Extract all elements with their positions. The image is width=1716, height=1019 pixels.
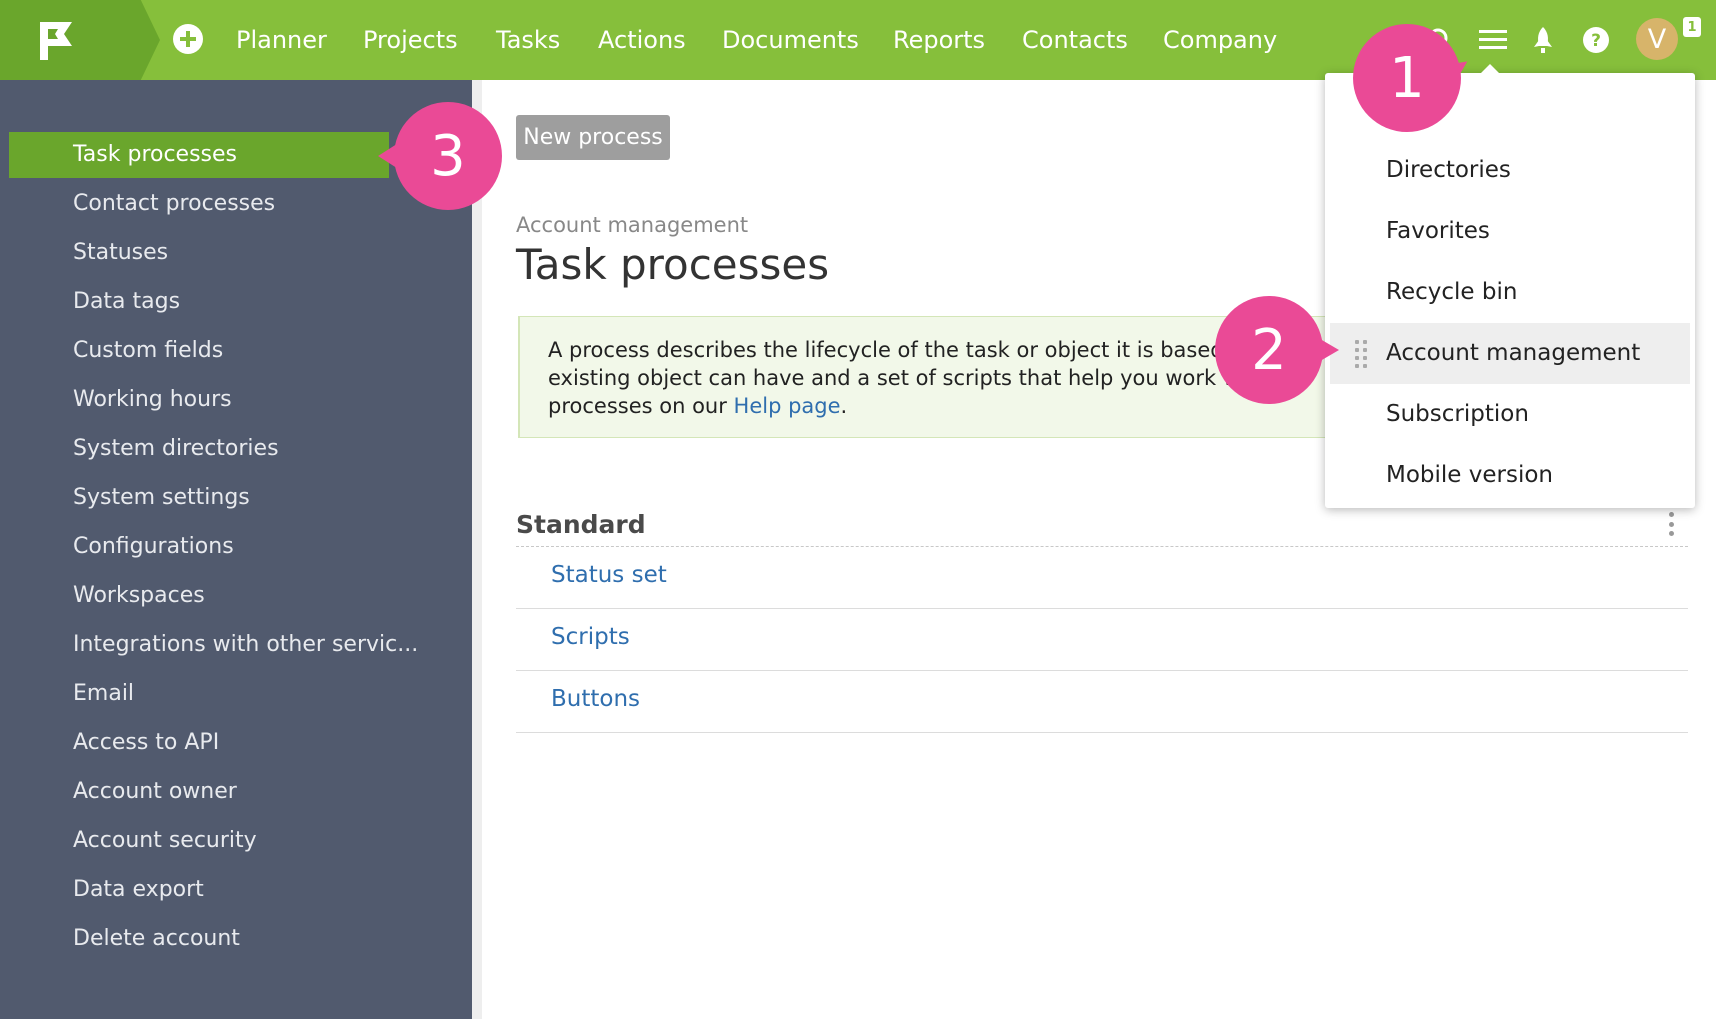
menu-item-account-management[interactable]: Account management [1330,323,1690,384]
info-text-suffix: . [840,394,848,418]
flag-logo-icon[interactable] [38,20,78,62]
sidebar-item-integrations[interactable]: Integrations with other servic... [0,622,472,668]
menu-item-subscription[interactable]: Subscription [1325,384,1695,445]
kebab-menu-icon[interactable] [1664,512,1678,536]
help-page-link[interactable]: Help page [734,394,841,418]
sidebar-divider [472,80,482,1019]
callout-2-pointer [1315,336,1339,364]
nav-tasks[interactable]: Tasks [496,24,560,56]
section-divider [516,546,1688,547]
sidebar-item-data-tags[interactable]: Data tags [0,279,472,325]
nav-company[interactable]: Company [1163,24,1277,56]
logo-area[interactable] [0,0,160,80]
sidebar-item-account-owner[interactable]: Account owner [0,769,472,815]
hamburger-menu-icon[interactable] [1473,20,1513,60]
sidebar-item-data-export[interactable]: Data export [0,867,472,913]
list-item: Status set [516,548,1688,609]
sidebar-item-system-directories[interactable]: System directories [0,426,472,472]
page-title: Task processes [516,240,830,289]
list-item: Buttons [516,672,1688,733]
menu-item-mobile-version[interactable]: Mobile version [1325,445,1695,506]
menu-item-recycle-bin[interactable]: Recycle bin [1325,262,1695,323]
settings-sidebar: Task processes Contact processes Statuse… [0,80,472,1019]
sidebar-item-email[interactable]: Email [0,671,472,717]
plus-circle-icon[interactable] [173,24,203,54]
new-process-button[interactable]: New process [516,115,670,160]
breadcrumb[interactable]: Account management [516,213,748,237]
menu-item-account-management-label: Account management [1386,340,1641,366]
main-menu-dropdown: x! Directories Favorites Recycle bin Acc… [1325,64,1695,508]
section-title-standard: Standard [516,510,646,539]
sidebar-item-custom-fields[interactable]: Custom fields [0,328,472,374]
scripts-link[interactable]: Scripts [551,624,630,650]
notification-badge[interactable]: 1 [1683,17,1701,37]
sidebar-item-working-hours[interactable]: Working hours [0,377,472,423]
nav-planner[interactable]: Planner [236,24,327,56]
sidebar-item-delete-account[interactable]: Delete account [0,916,472,962]
nav-documents[interactable]: Documents [722,24,859,56]
drag-handle-icon[interactable] [1355,340,1367,368]
callout-3: 3 [394,102,502,210]
nav-contacts[interactable]: Contacts [1022,24,1128,56]
sidebar-item-account-security[interactable]: Account security [0,818,472,864]
status-set-link[interactable]: Status set [551,562,667,588]
menu-item-favorites[interactable]: Favorites [1325,201,1695,262]
list-item: Scripts [516,610,1688,671]
callout-3-pointer [378,142,400,170]
help-icon[interactable]: ? [1576,20,1616,60]
sidebar-item-system-settings[interactable]: System settings [0,475,472,521]
sidebar-item-task-processes[interactable]: Task processes [9,132,389,178]
avatar[interactable]: V [1636,18,1678,60]
sidebar-item-contact-processes[interactable]: Contact processes [0,181,472,227]
info-text-prefix: processes on our [548,394,734,418]
sidebar-item-configurations[interactable]: Configurations [0,524,472,570]
menu-item-directories[interactable]: Directories [1325,140,1695,201]
callout-2: 2 [1215,296,1323,404]
sidebar-item-workspaces[interactable]: Workspaces [0,573,472,619]
svg-text:?: ? [1591,31,1601,51]
sidebar-item-access-to-api[interactable]: Access to API [0,720,472,766]
nav-actions[interactable]: Actions [598,24,686,56]
sidebar-item-statuses[interactable]: Statuses [0,230,472,276]
buttons-link[interactable]: Buttons [551,686,640,712]
nav-projects[interactable]: Projects [363,24,458,56]
rocket-icon[interactable] [1523,20,1563,60]
nav-reports[interactable]: Reports [893,24,985,56]
